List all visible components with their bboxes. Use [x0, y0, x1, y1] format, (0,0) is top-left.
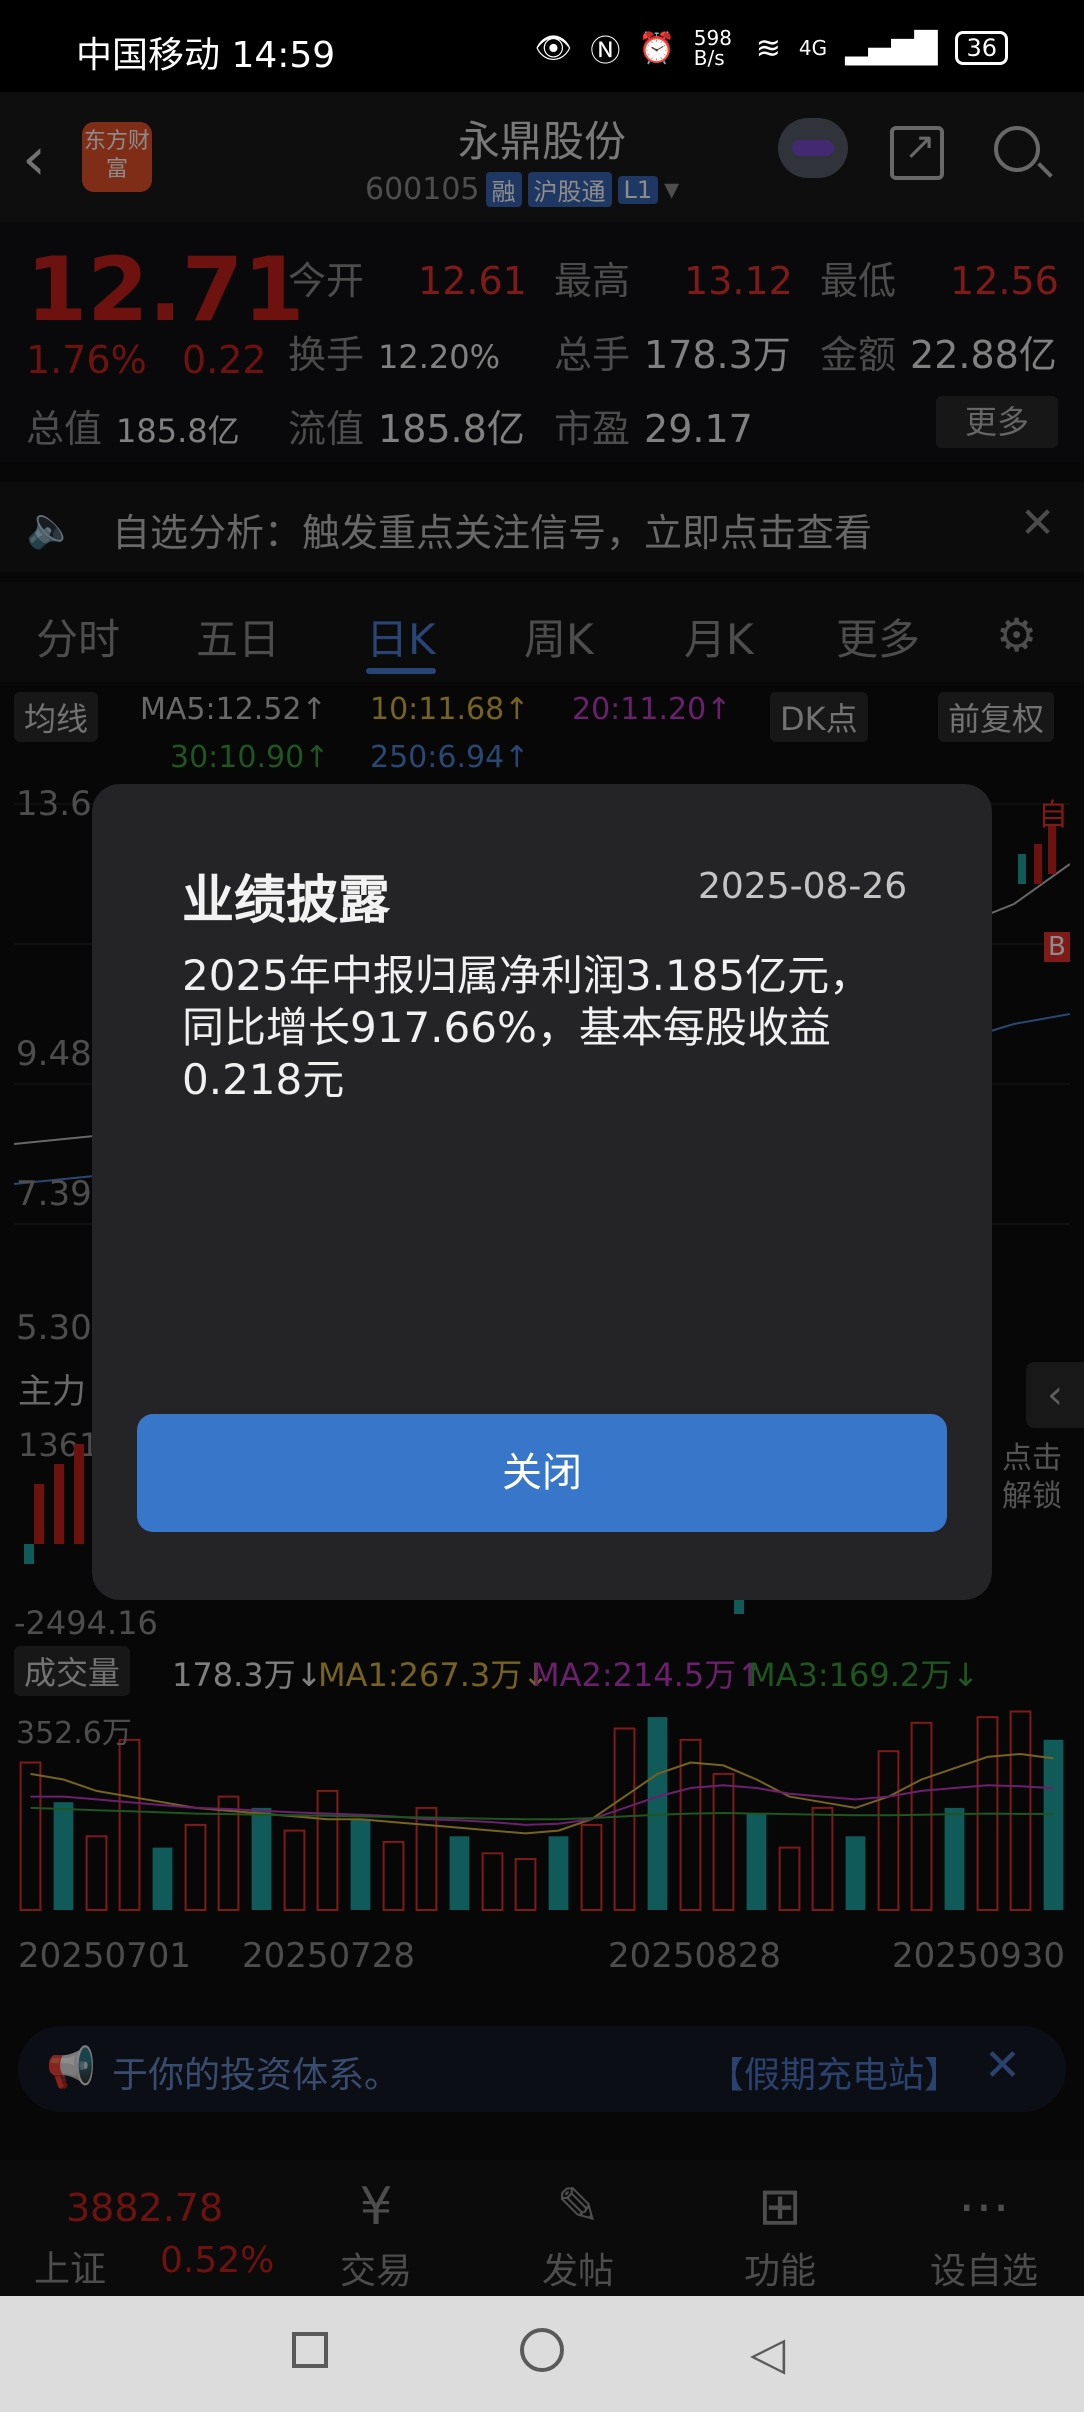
nfc-icon: Ⓝ: [590, 34, 621, 69]
signal-icon: ▂▄▆█: [845, 30, 938, 66]
earnings-disclosure-dialog: 业绩披露 2025-08-26 2025年中报归属净利润3.185亿元，同比增长…: [92, 784, 992, 1600]
recents-icon[interactable]: [292, 2332, 328, 2368]
system-nav-bar: ◁: [0, 2296, 1084, 2412]
eye-icon: 👁: [534, 30, 573, 66]
home-icon[interactable]: [520, 2328, 564, 2372]
wifi-icon: ≋: [755, 30, 781, 66]
close-button[interactable]: 关闭: [137, 1414, 947, 1532]
back-nav-icon[interactable]: ◁: [750, 2326, 785, 2380]
dialog-date: 2025-08-26: [698, 866, 908, 907]
battery-indicator: 36: [955, 31, 1008, 65]
net-speed: 598 B/s: [693, 26, 732, 70]
status-icons: 👁 Ⓝ ⏰ 598 B/s ≋ 4G ▂▄▆█ 36: [534, 26, 1008, 70]
status-bar: 中国移动 14:59 👁 Ⓝ ⏰ 598 B/s ≋ 4G ▂▄▆█ 36: [0, 0, 1084, 92]
carrier-time: 中国移动 14:59: [76, 35, 336, 76]
dialog-title: 业绩披露: [182, 871, 391, 931]
alarm-icon: ⏰: [638, 30, 676, 66]
signal-label: 4G: [798, 36, 828, 60]
dialog-body: 2025年中报归属净利润3.185亿元，同比增长917.66%，基本每股收益0.…: [182, 951, 872, 1104]
